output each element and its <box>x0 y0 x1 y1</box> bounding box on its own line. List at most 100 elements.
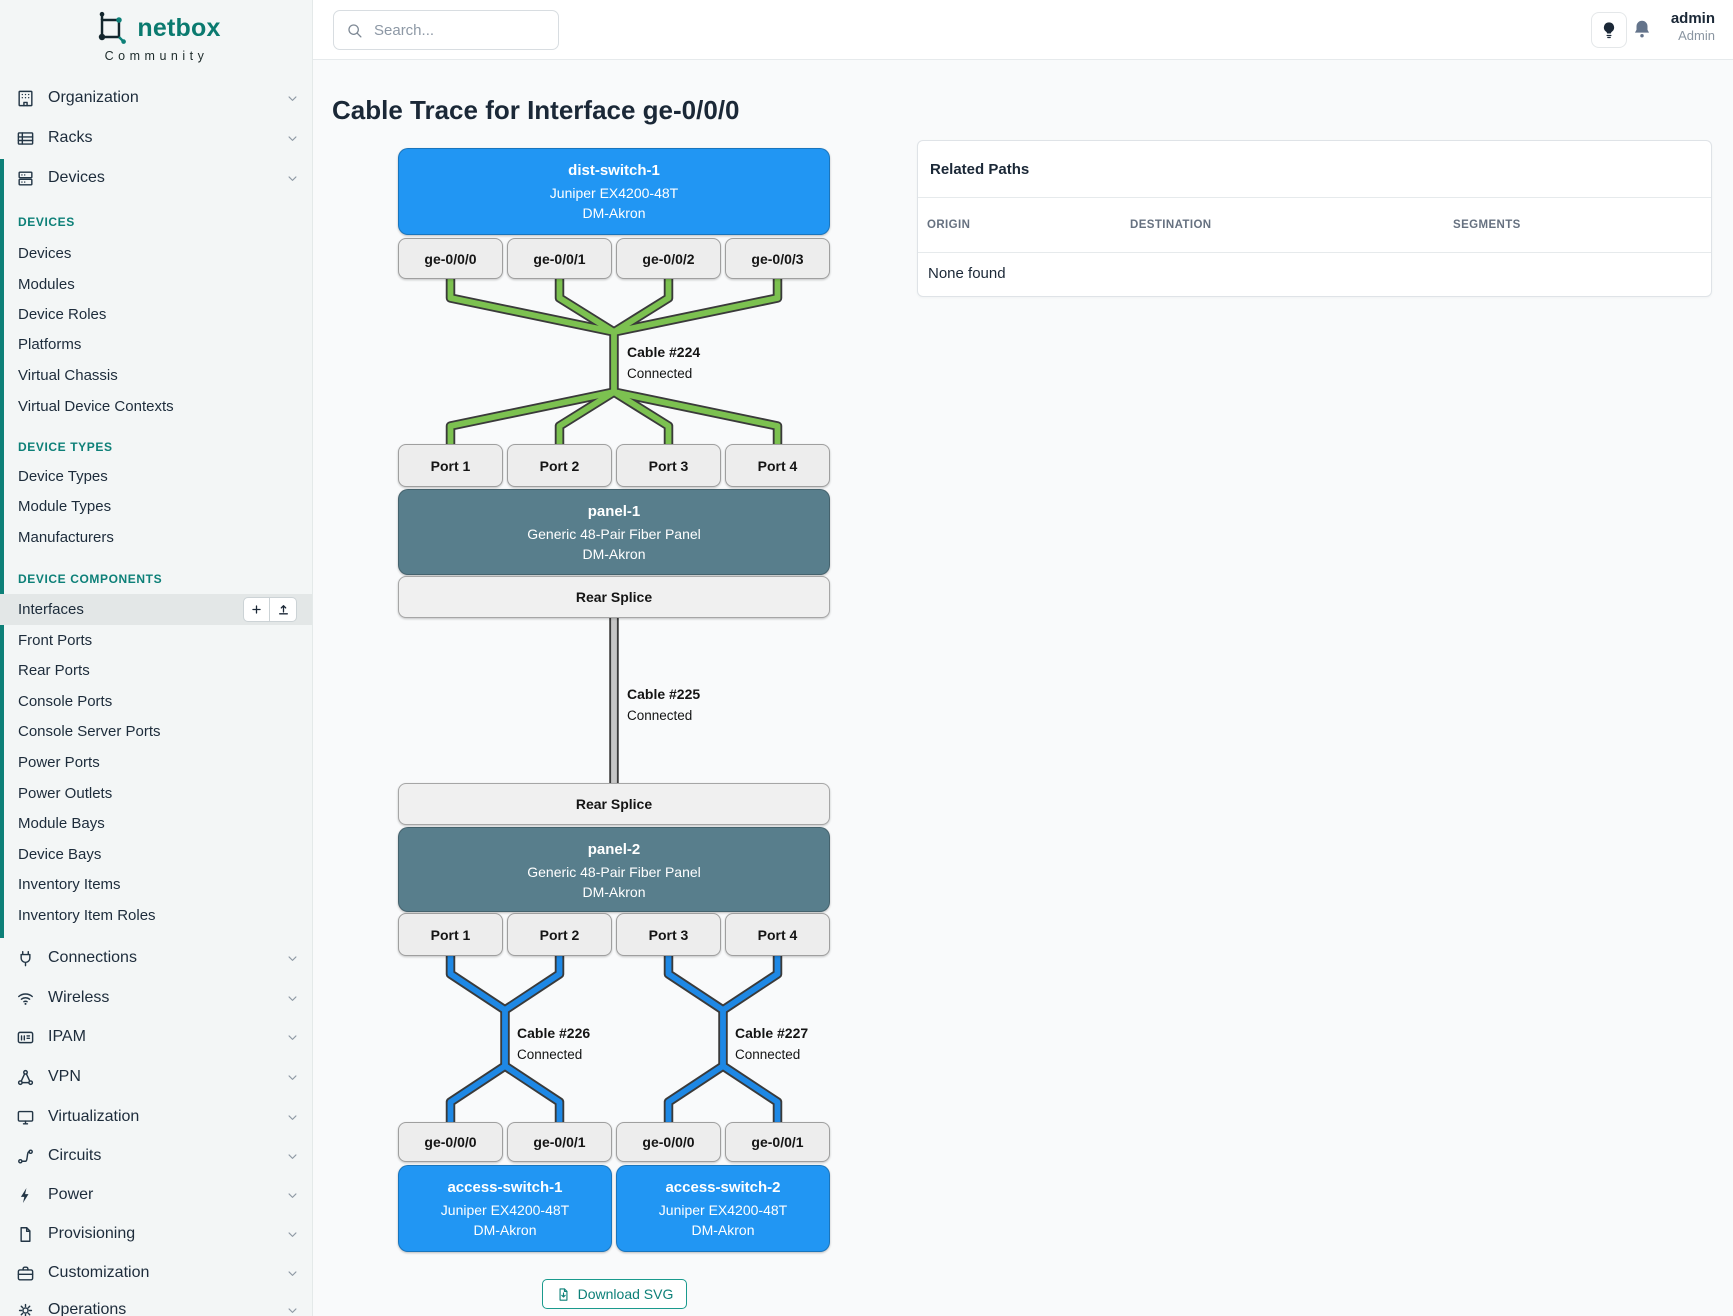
device-name: dist-switch-1 <box>399 161 829 180</box>
sidebar-item-interfaces[interactable]: Interfaces <box>0 594 312 625</box>
cable-status: Connected <box>627 365 700 382</box>
cable-id: Cable #224 <box>627 344 700 361</box>
sidebar-item[interactable]: Device Roles <box>0 299 312 330</box>
group-label: Wireless <box>48 989 285 1007</box>
group-label: Virtualization <box>48 1108 285 1126</box>
sidebar-item[interactable]: Power Ports <box>0 747 312 778</box>
port-box[interactable]: ge-0/0/3 <box>725 238 830 279</box>
file-download-icon <box>556 1287 571 1302</box>
network-nodes-icon <box>16 1068 35 1087</box>
device-name: access-switch-2 <box>617 1178 829 1197</box>
port-box[interactable]: ge-0/0/1 <box>725 1122 830 1162</box>
port-box[interactable]: Port 4 <box>725 913 830 956</box>
group-label: Customization <box>48 1264 285 1282</box>
bolt-icon <box>16 1186 35 1205</box>
port-box[interactable]: ge-0/0/1 <box>507 1122 612 1162</box>
search-input[interactable] <box>372 21 546 40</box>
sidebar-group-organization[interactable]: Organization <box>0 79 312 117</box>
sidebar-item[interactable]: Device Types <box>0 461 312 492</box>
port-box[interactable]: ge-0/0/0 <box>616 1122 721 1162</box>
section-header-device-components: DEVICE COMPONENTS <box>18 572 162 586</box>
sidebar-item[interactable]: Rear Ports <box>0 655 312 686</box>
group-label: Racks <box>48 129 285 147</box>
sidebar-group-vpn[interactable]: VPN <box>0 1058 312 1096</box>
interface-import-button[interactable] <box>270 597 297 622</box>
sidebar-group-power[interactable]: Power <box>0 1176 312 1214</box>
netbox-app: netbox Community Organization Racks Devi… <box>0 0 1733 1316</box>
notifications-button[interactable] <box>1631 18 1653 40</box>
sidebar-group-racks[interactable]: Racks <box>0 119 312 157</box>
port-box[interactable]: ge-0/0/0 <box>398 1122 503 1162</box>
group-label: Devices <box>48 169 285 187</box>
sidebar-group-virtualization[interactable]: Virtualization <box>0 1098 312 1136</box>
section-header-device-types: DEVICE TYPES <box>18 440 113 454</box>
port-box[interactable]: Port 2 <box>507 444 612 487</box>
sidebar-item[interactable]: Power Outlets <box>0 778 312 809</box>
port-box[interactable]: Port 1 <box>398 913 503 956</box>
section-header-devices: DEVICES <box>18 215 75 229</box>
cable-label-224[interactable]: Cable #224 Connected <box>627 344 700 382</box>
cable-label-227[interactable]: Cable #227 Connected <box>735 1025 808 1063</box>
sidebar-item[interactable]: Device Bays <box>0 839 312 870</box>
trace-node-dist-switch[interactable]: dist-switch-1 Juniper EX4200-48T DM-Akro… <box>398 148 830 235</box>
chevron-down-icon <box>285 1266 300 1281</box>
sidebar-group-connections[interactable]: Connections <box>0 939 312 977</box>
device-site: DM-Akron <box>399 1220 611 1240</box>
sidebar-item[interactable]: Modules <box>0 269 312 300</box>
sidebar-item[interactable]: Module Types <box>0 491 312 522</box>
port-box[interactable]: ge-0/0/2 <box>616 238 721 279</box>
sidebar-item[interactable]: Virtual Chassis <box>0 360 312 391</box>
column-origin: ORIGIN <box>927 219 1130 231</box>
sidebar-item[interactable]: Inventory Item Roles <box>0 900 312 931</box>
sidebar-item[interactable]: Virtual Device Contexts <box>0 391 312 422</box>
related-paths-header-row: ORIGIN DESTINATION SEGMENTS <box>918 198 1711 253</box>
trace-node-panel-2[interactable]: panel-2 Generic 48-Pair Fiber Panel DM-A… <box>398 827 830 912</box>
port-box[interactable]: ge-0/0/1 <box>507 238 612 279</box>
chevron-down-icon <box>285 951 300 966</box>
trace-node-access-switch-2[interactable]: access-switch-2 Juniper EX4200-48T DM-Ak… <box>616 1165 830 1252</box>
rear-splice-box[interactable]: Rear Splice <box>398 576 830 618</box>
netbox-logo[interactable]: netbox Community <box>0 10 313 63</box>
sidebar-item[interactable]: Module Bays <box>0 808 312 839</box>
interface-add-button[interactable] <box>243 597 270 622</box>
port-box[interactable]: Port 4 <box>725 444 830 487</box>
port-box[interactable]: Port 3 <box>616 913 721 956</box>
sidebar-group-wireless[interactable]: Wireless <box>0 979 312 1017</box>
server-icon <box>16 169 35 188</box>
trace-node-access-switch-1[interactable]: access-switch-1 Juniper EX4200-48T DM-Ak… <box>398 1165 612 1252</box>
group-label: Operations <box>48 1301 285 1316</box>
sidebar-item[interactable]: Front Ports <box>0 625 312 656</box>
sidebar-item[interactable]: Console Ports <box>0 686 312 717</box>
cable-label-226[interactable]: Cable #226 Connected <box>517 1025 590 1063</box>
rack-icon <box>16 129 35 148</box>
sidebar-group-devices[interactable]: Devices <box>0 159 312 197</box>
port-box[interactable]: Port 1 <box>398 444 503 487</box>
sidebar-group-operations[interactable]: Operations <box>0 1291 312 1316</box>
sidebar-group-customization[interactable]: Customization <box>0 1254 312 1292</box>
sidebar-group-provisioning[interactable]: Provisioning <box>0 1215 312 1253</box>
trace-node-panel-1[interactable]: panel-1 Generic 48-Pair Fiber Panel DM-A… <box>398 489 830 575</box>
cable-status: Connected <box>735 1046 808 1063</box>
download-svg-button[interactable]: Download SVG <box>542 1279 687 1309</box>
cable-trace-diagram: dist-switch-1 Juniper EX4200-48T DM-Akro… <box>398 148 830 1252</box>
sidebar-item[interactable]: Platforms <box>0 329 312 360</box>
chevron-down-icon <box>285 1227 300 1242</box>
port-box[interactable]: Port 3 <box>616 444 721 487</box>
theme-toggle-button[interactable] <box>1591 12 1627 48</box>
netbox-logo-icon <box>92 10 129 47</box>
global-search[interactable] <box>333 10 559 50</box>
port-box[interactable]: Port 2 <box>507 913 612 956</box>
sidebar-item[interactable]: Inventory Items <box>0 869 312 900</box>
chevron-down-icon <box>285 91 300 106</box>
sidebar-group-ipam[interactable]: IPAM <box>0 1018 312 1056</box>
sidebar-item[interactable]: Console Server Ports <box>0 716 312 747</box>
user-menu[interactable]: admin Admin <box>1671 10 1715 44</box>
port-box[interactable]: ge-0/0/0 <box>398 238 503 279</box>
sidebar: netbox Community Organization Racks Devi… <box>0 0 313 1316</box>
sidebar-item[interactable]: Manufacturers <box>0 522 312 553</box>
rear-splice-box[interactable]: Rear Splice <box>398 783 830 825</box>
cable-label-225[interactable]: Cable #225 Connected <box>627 686 700 724</box>
sidebar-item[interactable]: Devices <box>0 238 312 269</box>
brand-community-label: Community <box>0 49 313 63</box>
sidebar-group-circuits[interactable]: Circuits <box>0 1137 312 1175</box>
